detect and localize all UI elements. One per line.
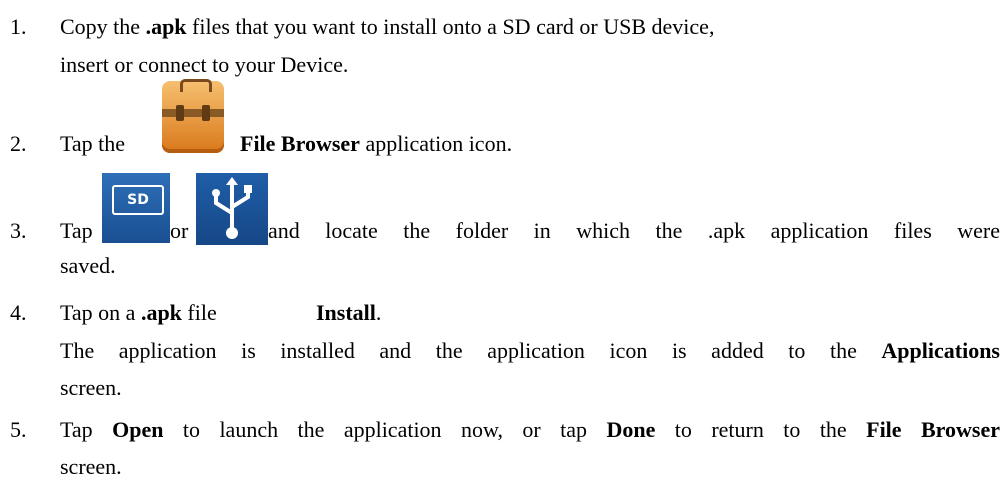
step-text: Copy the .apk files that you want to ins…	[60, 14, 715, 39]
step-number: 1.	[10, 14, 27, 39]
sd-label: SD	[112, 185, 164, 215]
usb-icon	[196, 173, 268, 245]
file-browser-icon	[162, 79, 224, 153]
sd-card-icon: SD	[102, 173, 170, 243]
